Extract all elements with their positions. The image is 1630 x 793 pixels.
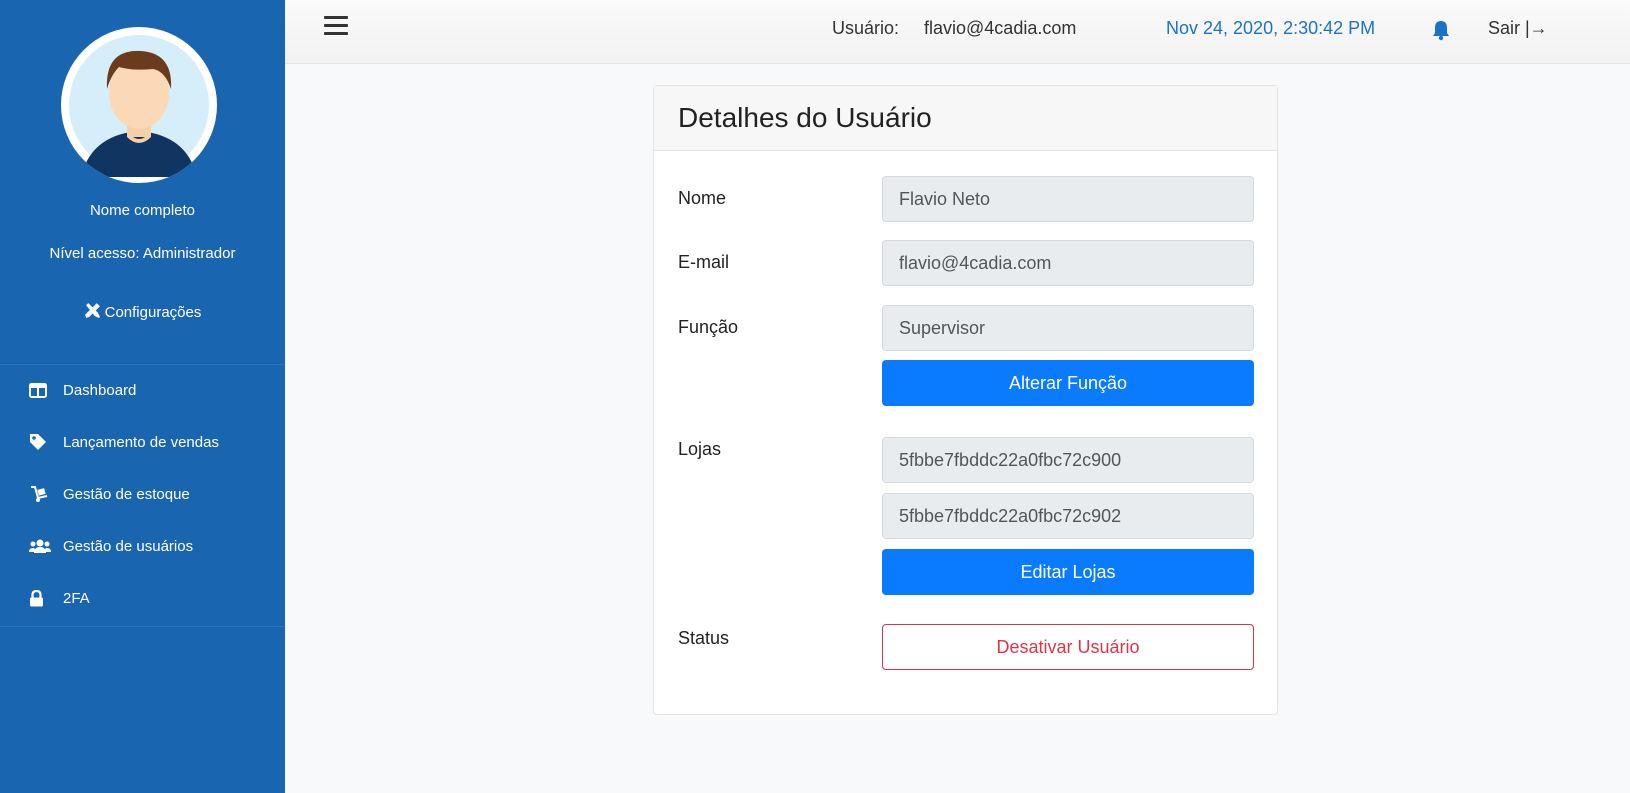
profile-name: Nome completo xyxy=(89,202,196,219)
status-label: Status xyxy=(678,628,730,648)
page-title: Detalhes do Usuário xyxy=(678,102,932,133)
sidebar-item-label: Lançamento de vendas xyxy=(63,433,219,451)
sidebar-item-2fa[interactable]: 2FA xyxy=(0,572,285,624)
card-header: Detalhes do Usuário xyxy=(654,86,1277,151)
edit-stores-button[interactable]: Editar Lojas xyxy=(882,549,1254,595)
sidebar-item-stock[interactable]: Gestão de estoque xyxy=(0,468,285,520)
avatar xyxy=(61,27,217,183)
store-field[interactable] xyxy=(882,437,1254,483)
settings-label: Configurações xyxy=(104,304,202,321)
sidebar-item-dashboard[interactable]: Dashboard xyxy=(0,364,285,416)
sidebar-item-label: Gestão de usuários xyxy=(63,537,194,555)
name-field[interactable] xyxy=(882,176,1254,222)
profile-access-level: Nível acesso: Administrador xyxy=(49,245,236,262)
menu-toggle-icon[interactable] xyxy=(324,16,348,36)
deactivate-user-button[interactable]: Desativar Usuário xyxy=(882,624,1254,670)
sidebar-nav: Dashboard Lançamento de vendas Gestão de… xyxy=(0,364,285,624)
users-icon xyxy=(29,537,51,555)
sidebar-item-sales[interactable]: Lançamento de vendas xyxy=(0,416,285,468)
tools-icon xyxy=(84,302,101,323)
bell-icon[interactable] xyxy=(1431,19,1451,41)
sidebar-item-label: Dashboard xyxy=(63,381,137,399)
sidebar: Nome completo Nível acesso: Administrado… xyxy=(0,0,285,793)
role-field[interactable] xyxy=(882,305,1254,351)
sidebar-item-users[interactable]: Gestão de usuários xyxy=(0,520,285,572)
name-label: Nome xyxy=(678,188,727,208)
store-field[interactable] xyxy=(882,493,1254,539)
lock-icon xyxy=(29,589,51,607)
email-field[interactable] xyxy=(882,240,1254,286)
settings-link[interactable]: Configurações xyxy=(0,302,285,323)
divider xyxy=(0,626,285,627)
dashboard-icon xyxy=(29,381,51,399)
user-email: flavio@4cadia.com xyxy=(924,18,1077,38)
change-role-button[interactable]: Alterar Função xyxy=(882,360,1254,406)
dolly-icon xyxy=(29,485,51,503)
topbar: Usuário: flavio@4cadia.com Nov 24, 2020,… xyxy=(285,0,1630,64)
role-label: Função xyxy=(678,317,739,337)
user-label: Usuário: xyxy=(832,18,900,38)
stores-label: Lojas xyxy=(678,439,722,459)
email-label: E-mail xyxy=(678,252,730,272)
tag-icon xyxy=(29,433,51,451)
logout-link[interactable]: Sair |→ xyxy=(1488,18,1548,39)
sidebar-item-label: 2FA xyxy=(63,589,90,607)
sidebar-item-label: Gestão de estoque xyxy=(63,485,190,503)
current-datetime: Nov 24, 2020, 2:30:42 PM xyxy=(1166,18,1376,38)
user-details-card: Detalhes do Usuário Nome E-mail Função A… xyxy=(653,85,1278,715)
